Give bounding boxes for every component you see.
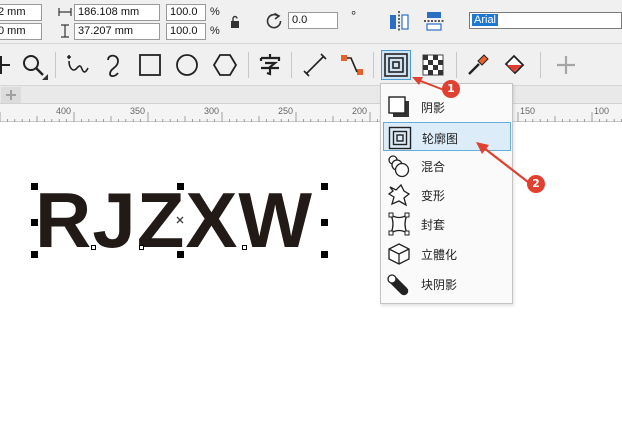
annotation-arrows: [412, 77, 529, 183]
annotation-badge-2: 2: [527, 175, 545, 193]
annotation-badge-1: 1: [442, 80, 460, 98]
arrow-head: [476, 142, 489, 154]
